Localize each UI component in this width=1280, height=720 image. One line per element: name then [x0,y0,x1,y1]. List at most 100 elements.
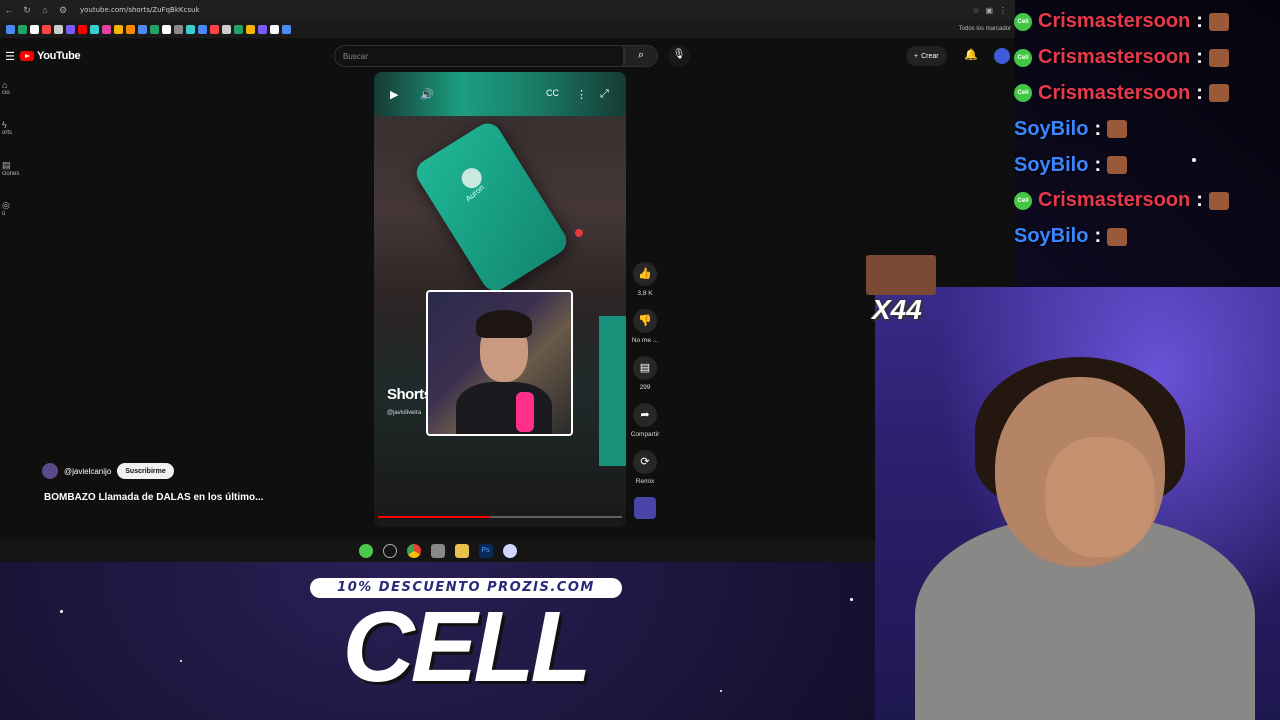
bookmark-icon[interactable] [66,24,75,34]
account-avatar[interactable] [994,48,1010,64]
taskbar-app-icon[interactable] [382,544,397,558]
bookmark-icon[interactable] [102,24,111,34]
bookmark-icon[interactable] [126,24,135,34]
bookmark-icon[interactable] [270,24,279,34]
chat-username: SoyBilo [1014,225,1089,248]
home-icon[interactable]: ⌂ [36,5,54,15]
chat-message: Cell Crismastersoon: [1014,4,1280,40]
chat-username: Crismastersoon [1038,189,1191,212]
chat-separator: : [1094,153,1102,176]
chrome-icon[interactable] [406,544,421,558]
bookmark-icon[interactable] [174,24,183,34]
platform-badge-icon: Cell [1014,191,1032,210]
shorts-action-bar: 👍 3,8 K 👎 No me ... ▤ 299 ➦ Compartir ⟳ … [628,262,662,519]
file-explorer-icon[interactable] [454,544,469,558]
remix-button[interactable]: ⟳ Remix [628,450,662,485]
person-body [456,382,552,434]
platform-badge-icon: Cell [1014,12,1032,31]
chat-separator: : [1094,117,1102,140]
channel-avatar[interactable] [42,463,58,479]
bookmark-icon[interactable] [138,24,147,34]
photoshop-icon[interactable]: Ps [478,544,493,558]
bookmarks-bar: Todos los marcador [0,20,1015,38]
notifications-bell-icon[interactable]: 🔔 [964,48,978,61]
chat-message: SoyBilo: [1014,219,1280,255]
extensions-icon[interactable]: ▣ [985,6,993,15]
chat-message: Cell Crismastersoon: [1014,40,1280,76]
channel-thumbnail[interactable] [634,497,656,519]
pink-microphone [516,392,534,432]
create-button[interactable]: + Crear [906,46,947,66]
bookmark-icon[interactable] [234,24,243,34]
menu-hamburger-icon[interactable]: ☰ [0,50,20,63]
reload-icon[interactable]: ↻ [18,5,36,16]
laughing-emote [866,255,936,295]
channel-handle[interactable]: @javielcanijo [64,467,111,476]
share-icon: ➦ [633,403,657,427]
all-bookmarks-folder[interactable]: Todos los marcador [959,26,1015,32]
bookmark-icon[interactable] [258,24,267,34]
captions-icon[interactable]: CC [546,88,559,98]
menu-icon[interactable]: ⋮ [999,6,1007,15]
chat-message: Cell Crismastersoon: [1014,76,1280,112]
bookmark-icon[interactable] [78,24,87,34]
like-button[interactable]: 👍 3,8 K [628,262,662,297]
dislike-label: No me ... [631,337,659,344]
bookmark-icon[interactable] [30,24,39,34]
guide-you[interactable]: ◎ ú [0,200,22,240]
comments-button[interactable]: ▤ 299 [628,356,662,391]
bookmark-icon[interactable] [18,24,27,34]
home-icon: ⌂ [2,80,8,90]
bookmark-icon[interactable] [282,24,291,34]
shorts-watermark-handle: @javioliveira [387,410,422,416]
video-progress-bar[interactable] [378,516,622,518]
chat-username: Crismastersoon [1038,81,1191,104]
fullscreen-icon[interactable]: ⤢ [600,88,609,101]
search-icon[interactable]: ⌕ [624,45,658,67]
video-title[interactable]: BOMBAZO Llamada de DALAS en los último..… [44,492,263,503]
dislike-button[interactable]: 👎 No me ... [628,309,662,344]
taskbar-app-icon[interactable] [358,544,373,558]
chat-separator: : [1094,225,1102,248]
microphone-icon[interactable]: 🎙 [668,45,690,67]
search-input[interactable]: Buscar [334,45,624,67]
taskbar-app-icon[interactable] [502,544,517,558]
os-taskbar: Ps [0,540,875,562]
guide-home[interactable]: ⌂ cio [0,80,22,120]
back-icon[interactable]: ← [0,5,18,15]
youtube-logo[interactable]: YouTube [20,50,81,62]
guide-shorts[interactable]: ϟ orts [0,120,22,160]
address-bar[interactable]: youtube.com/shorts/ZuFqBkKcsuk [80,6,199,14]
volume-icon[interactable]: 🔊 [420,88,434,101]
bookmark-icon[interactable] [6,24,15,34]
bookmark-icon[interactable] [246,24,255,34]
stream-chat-overlay: Cell Crismastersoon: Cell Crismastersoon: Ce… [1014,4,1280,255]
platform-badge-icon: Cell [1014,48,1032,67]
bookmark-icon[interactable] [42,24,51,34]
more-options-icon[interactable]: ⋮ [576,88,587,101]
share-button[interactable]: ➦ Compartir [628,403,662,438]
bookmark-icon[interactable] [90,24,99,34]
bookmark-icon[interactable] [54,24,63,34]
bookmark-icon[interactable] [114,24,123,34]
emote-multiplier: X44 [872,294,922,325]
promo-code: CELL [342,591,591,703]
laughing-emote [1208,12,1229,31]
bookmark-icon[interactable] [150,24,159,34]
site-info-icon[interactable]: ⚙ [54,5,72,16]
subscribe-button[interactable]: Suscribirme [117,463,174,479]
plus-icon: + [914,52,919,60]
youtube-play-icon [20,51,34,61]
play-icon[interactable]: ▶ [390,88,398,101]
taskbar-app-icon[interactable] [430,544,445,558]
bookmark-icon[interactable] [198,24,207,34]
bookmark-icon[interactable] [162,24,171,34]
bookmark-icon[interactable] [186,24,195,34]
bookmark-star-icon[interactable]: ☆ [972,6,979,15]
bookmark-icon[interactable] [210,24,219,34]
bookmark-icon[interactable] [222,24,231,34]
chat-username: SoyBilo [1014,117,1089,140]
like-count: 3,8 K [637,290,653,297]
guide-subscriptions[interactable]: ▤ ciones [0,160,22,200]
share-label: Compartir [630,431,660,438]
